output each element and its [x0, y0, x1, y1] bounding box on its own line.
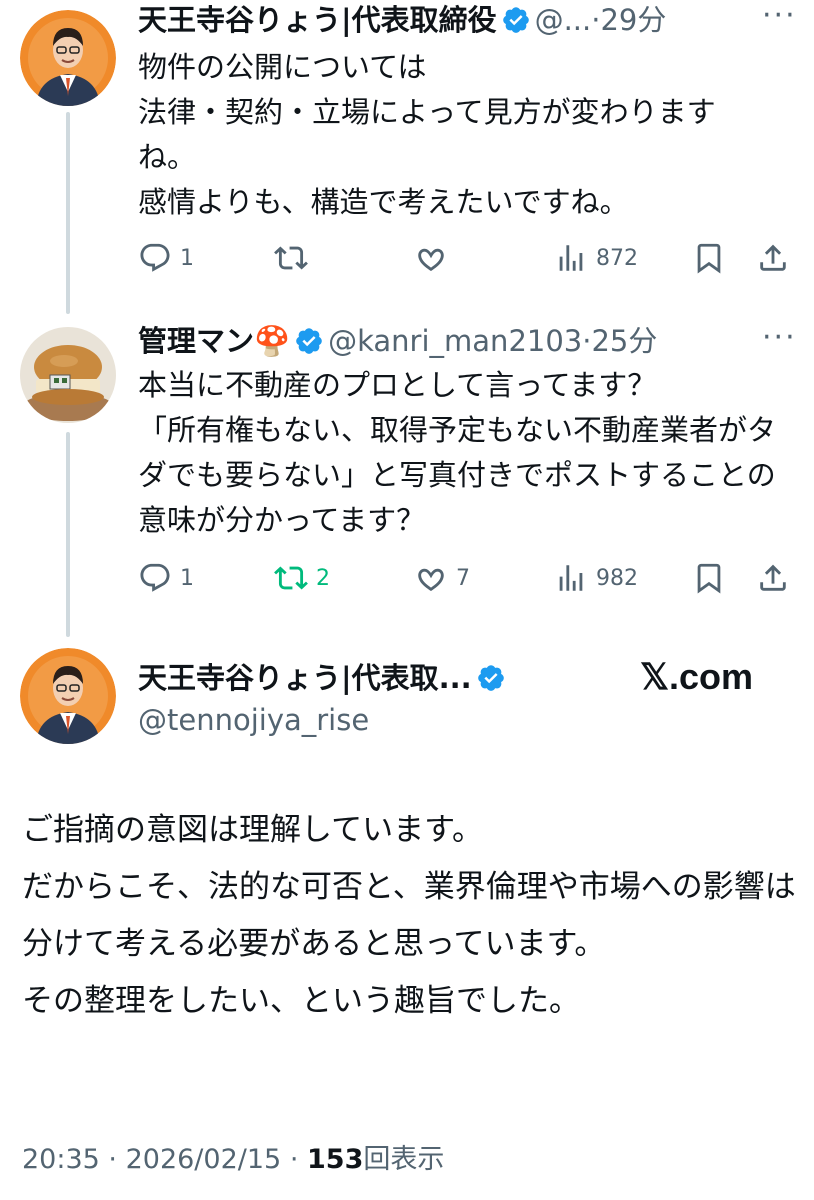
tweet-header: 天王寺谷りょう|代表取締役 @...·29分 — [138, 0, 666, 40]
share-button[interactable] — [756, 558, 790, 598]
tweet-time[interactable]: 29分 — [600, 3, 666, 37]
like-button[interactable]: 7 — [414, 558, 470, 598]
verified-icon — [502, 7, 529, 33]
tweet-date[interactable]: 2026/02/15 — [126, 1144, 282, 1175]
repost-icon — [274, 246, 308, 270]
bookmark-icon — [697, 243, 721, 274]
more-icon[interactable]: ··· — [762, 0, 797, 33]
avatar[interactable] — [20, 648, 116, 744]
like-count: 7 — [456, 565, 470, 591]
verified-icon — [296, 328, 322, 354]
views-icon — [559, 245, 583, 271]
avatar[interactable] — [20, 327, 116, 423]
tweet-header: 管理マン🍄 @kanri_man2103·25分 — [138, 321, 657, 361]
x-logo-watermark: 𝕏.com — [640, 656, 754, 697]
views-label: 回表示 — [363, 1144, 445, 1175]
share-icon — [760, 244, 786, 271]
share-icon — [760, 564, 786, 591]
repost-icon — [274, 566, 308, 590]
repost-button[interactable]: 2 — [274, 558, 330, 598]
views-count: 982 — [596, 565, 638, 591]
share-button[interactable] — [756, 238, 790, 278]
action-bar: 1 2 7 982 — [138, 558, 796, 598]
tweet-time[interactable]: 25分 — [591, 324, 657, 358]
separator: · — [289, 1144, 299, 1175]
views-count: 153 — [307, 1144, 364, 1175]
author-name[interactable]: 天王寺谷りょう|代表取... — [138, 661, 472, 695]
avatar[interactable] — [20, 10, 116, 106]
views-icon — [559, 565, 583, 591]
views-count: 872 — [596, 245, 638, 271]
verified-icon — [477, 665, 504, 691]
separator: · — [108, 1144, 117, 1175]
reply-count: 1 — [180, 245, 194, 271]
repost-count: 2 — [316, 565, 330, 591]
like-icon — [418, 248, 444, 272]
author-handle[interactable]: @kanri_man2103 — [328, 324, 582, 358]
reply-icon — [140, 243, 170, 272]
like-icon — [418, 568, 444, 592]
views-button[interactable]: 872 — [554, 238, 638, 278]
reply-button[interactable]: 1 — [138, 558, 194, 598]
author-handle[interactable]: @... — [535, 3, 592, 37]
like-button[interactable] — [414, 238, 448, 278]
reply-button[interactable]: 1 — [138, 238, 194, 278]
reply-count: 1 — [180, 565, 194, 591]
views-button[interactable]: 982 — [554, 558, 638, 598]
more-icon[interactable]: ··· — [762, 320, 797, 355]
bookmark-icon — [697, 563, 721, 594]
reply-icon — [140, 563, 170, 592]
tweet-time[interactable]: 20:35 — [22, 1144, 100, 1175]
tweet-text: 物件の公開については 法律・契約・立場によって見方が変わります ね。 感情よりも… — [138, 50, 716, 219]
bookmark-button[interactable] — [692, 558, 726, 598]
tweet-meta: 20:35 · 2026/02/15 · 153回表示 — [22, 1137, 444, 1176]
author-name[interactable]: 管理マン — [138, 324, 254, 358]
tweet-text: ご指摘の意図は理解しています。 だからこそ、法的な可否と、業界倫理や市場への影響… — [22, 812, 796, 1019]
repost-button[interactable] — [274, 238, 308, 278]
bookmark-button[interactable] — [692, 238, 726, 278]
action-bar: 1 872 — [138, 238, 796, 278]
author-handle[interactable]: @tennojiya_rise — [138, 700, 369, 740]
tweet-text: 本当に不動産のプロとして言ってます？ 「所有権もない、取得予定もない不動産業者が… — [138, 368, 777, 537]
author-name[interactable]: 天王寺谷りょう|代表取締役 — [138, 3, 497, 37]
thread-line — [66, 432, 70, 637]
mushroom-icon: 🍄 — [254, 324, 291, 358]
thread-line — [66, 112, 70, 314]
tweet-header: 天王寺谷りょう|代表取... — [138, 658, 510, 698]
